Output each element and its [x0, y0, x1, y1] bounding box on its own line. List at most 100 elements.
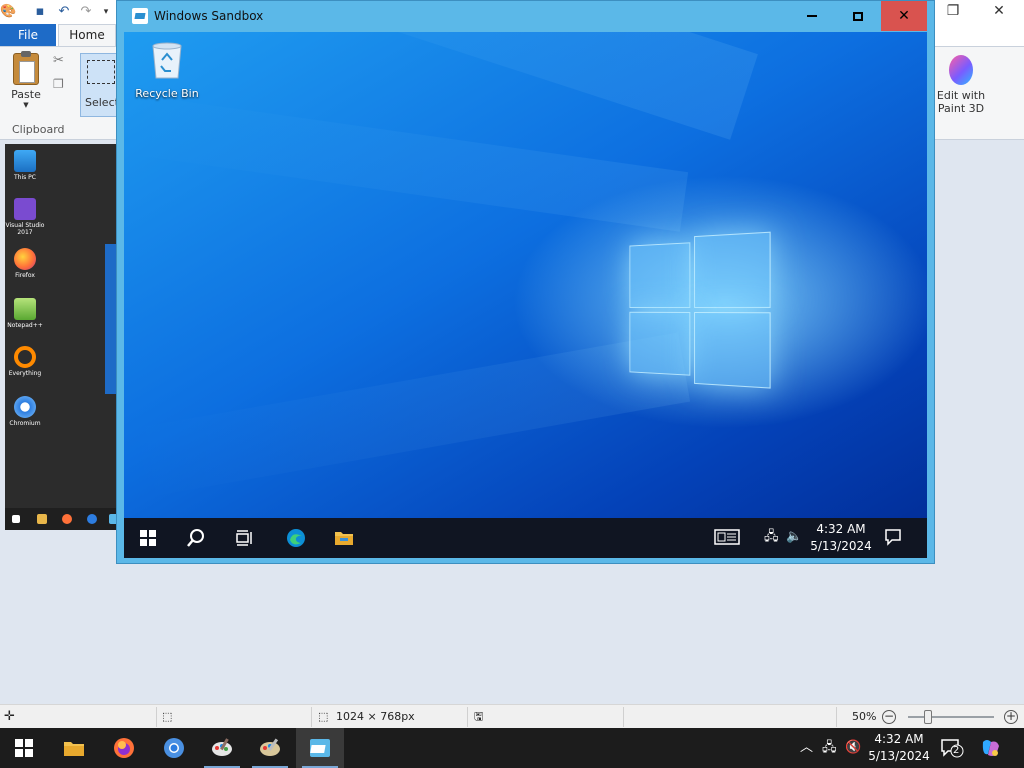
taskbar-file-explorer[interactable]: [50, 728, 98, 768]
notification-icon: [885, 529, 901, 546]
news-icon: [714, 529, 740, 545]
edit-with-paint3d-button[interactable]: Edit with Paint 3D: [934, 53, 988, 123]
cut-icon[interactable]: ✂: [53, 53, 64, 68]
host-taskbar: ︿ 🖧 🔇 4:32 AM 5/13/2024 2: [0, 728, 1024, 768]
clipboard-icon: [13, 51, 39, 85]
sandbox-clock[interactable]: 4:32 AM 5/13/2024: [810, 521, 872, 555]
redo-icon[interactable]: ↷: [78, 4, 94, 20]
minimize-icon: [807, 15, 817, 17]
canvas-taskbar: [5, 508, 119, 530]
minimize-button[interactable]: [789, 1, 835, 31]
sandbox-search-button[interactable]: [172, 518, 220, 558]
close-icon: ✕: [898, 8, 910, 24]
tab-file[interactable]: File: [0, 24, 56, 46]
zoom-in-button[interactable]: +: [1004, 710, 1018, 724]
start-button[interactable]: [0, 728, 48, 768]
copilot-icon: [982, 740, 999, 756]
sandbox-volume-icon[interactable]: 🔈: [786, 529, 802, 545]
sandbox-date: 5/13/2024: [810, 539, 872, 553]
zoom-level: 50%: [852, 710, 877, 723]
sandbox-app-icon: [132, 8, 148, 24]
zoom-slider-thumb[interactable]: [924, 710, 932, 724]
sandbox-taskbar-edge[interactable]: [272, 518, 320, 558]
sandbox-task-view-button[interactable]: [220, 518, 268, 558]
visual-studio-icon: [14, 198, 36, 220]
selection-size-icon: ⬚: [162, 710, 173, 723]
canvas-start-icon: [12, 515, 20, 523]
sandbox-start-button[interactable]: [124, 518, 172, 558]
paint-close-icon[interactable]: ✕: [976, 0, 1022, 24]
firefox-icon: [114, 738, 134, 758]
select-label: Select: [85, 96, 119, 109]
volume-muted-icon[interactable]: 🔇: [845, 740, 861, 756]
paint-palette-icon: [212, 738, 232, 756]
canvas-firefox-icon: [62, 514, 72, 524]
notification-count: 2: [953, 745, 960, 756]
canvas-chromium-icon: [87, 514, 97, 524]
notepadpp-icon: [14, 298, 36, 320]
news-widget-button[interactable]: [714, 527, 740, 552]
zoom-slider-track[interactable]: [908, 716, 994, 718]
paint-brush-icon: [260, 738, 280, 756]
paint3d-icon: [949, 55, 973, 85]
host-time: 4:32 AM: [874, 732, 924, 746]
taskbar-firefox[interactable]: [100, 728, 148, 768]
sandbox-window-title: Windows Sandbox: [154, 9, 264, 23]
canvas-icon-firefox: Firefox: [5, 248, 45, 279]
taskbar-windows-sandbox[interactable]: [296, 728, 344, 768]
taskbar-paint-app-2[interactable]: [246, 728, 294, 768]
sandbox-network-icon[interactable]: 🖧: [764, 529, 779, 545]
paste-button[interactable]: Paste ▼: [6, 51, 46, 117]
taskbar-paint-app[interactable]: [198, 728, 246, 768]
recycle-bin-icon: [152, 42, 182, 79]
wallpaper-beam: [126, 332, 691, 499]
show-hidden-icons-icon[interactable]: ︿: [800, 740, 813, 756]
maximize-button[interactable]: [835, 1, 881, 31]
image-dimensions: 1024 × 768px: [336, 710, 415, 723]
sandbox-action-center-button[interactable]: [884, 528, 902, 551]
close-button[interactable]: ✕: [881, 1, 927, 31]
network-icon[interactable]: 🖧: [822, 740, 837, 756]
sandbox-taskbar: 🖧 🔈 4:32 AM 5/13/2024: [124, 518, 927, 558]
cursor-position-icon: ✛: [4, 709, 15, 724]
notification-icon: [941, 739, 964, 758]
customize-qat-icon[interactable]: ▾: [98, 4, 114, 20]
windows-logo-icon: [15, 739, 33, 757]
edge-icon: [287, 529, 305, 547]
copilot-button[interactable]: [980, 738, 1002, 758]
wallpaper-beam: [125, 94, 689, 232]
folder-icon: [335, 532, 353, 545]
canvas-icon-chromium: Chromium: [5, 396, 45, 427]
status-bar: ✛ ⬚ ⬚ 1024 × 768px 🖫 50% − +: [0, 704, 1024, 728]
firefox-icon: [14, 248, 36, 270]
chevron-down-icon: ▼: [23, 101, 29, 109]
action-center-button[interactable]: 2: [940, 738, 964, 758]
taskbar-chromium[interactable]: [150, 728, 198, 768]
canvas-icon-thispc: This PC: [5, 150, 45, 181]
tab-home[interactable]: Home: [58, 24, 116, 46]
folder-icon: [64, 742, 84, 756]
canvas-icon-everything: Everything: [5, 346, 45, 377]
undo-icon[interactable]: ↶: [56, 4, 72, 20]
sandbox-taskbar-file-explorer[interactable]: [320, 518, 368, 558]
chromium-icon: [14, 396, 36, 418]
host-clock[interactable]: 4:32 AM 5/13/2024: [862, 731, 936, 765]
save-icon[interactable]: ▪: [32, 4, 48, 20]
copy-icon[interactable]: ❐: [53, 77, 64, 91]
sandbox-time: 4:32 AM: [816, 522, 866, 536]
recycle-bin-desktop-icon[interactable]: Recycle Bin: [132, 40, 202, 100]
zoom-out-button[interactable]: −: [882, 710, 896, 724]
host-date: 5/13/2024: [868, 749, 930, 763]
canvas-icon-notepadpp: Notepad++: [5, 298, 45, 329]
sandbox-titlebar[interactable]: Windows Sandbox ✕: [117, 1, 934, 31]
sandbox-desktop[interactable]: Recycle Bin: [124, 32, 927, 518]
edit-paint3d-label: Edit with Paint 3D: [936, 89, 986, 115]
select-button[interactable]: Select: [80, 53, 120, 117]
paint-app-icon: 🎨: [0, 4, 17, 19]
paint-restore-icon[interactable]: ❐: [930, 0, 976, 24]
computer-icon: [14, 150, 36, 172]
paste-label: Paste: [11, 88, 41, 101]
image-size-icon: ⬚: [318, 710, 329, 723]
paint-canvas-image[interactable]: This PC Visual Studio 2017 Firefox Notep…: [5, 144, 119, 530]
file-size-icon: 🖫: [474, 710, 484, 723]
